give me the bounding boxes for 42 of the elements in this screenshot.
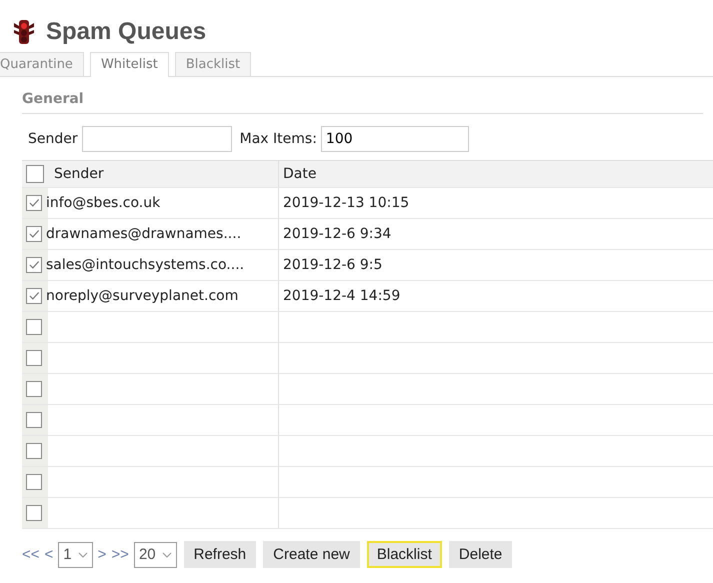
max-items-field[interactable]: 100 xyxy=(320,126,469,152)
page-size-select[interactable]: 20 xyxy=(134,542,177,568)
row-checkbox[interactable] xyxy=(26,443,42,459)
previous-page-link[interactable]: < xyxy=(44,546,54,563)
sender-field[interactable] xyxy=(82,126,232,152)
row-checkbox[interactable] xyxy=(26,288,42,304)
page-title: Spam Queues xyxy=(46,18,206,46)
row-checkbox[interactable] xyxy=(26,226,42,242)
table-cell: 2019-12-13 10:15 xyxy=(283,195,410,211)
caret-icon xyxy=(78,552,88,558)
select-all-checkbox[interactable] xyxy=(26,165,44,183)
section-heading: General xyxy=(22,91,703,114)
row-checkbox[interactable] xyxy=(26,257,42,273)
action-button[interactable]: Create new xyxy=(263,541,360,568)
row-checkbox[interactable] xyxy=(26,195,42,211)
row-checkbox[interactable] xyxy=(26,505,42,521)
sender-label: Sender xyxy=(28,131,78,147)
table-cell: 2019-12-6 9:5 xyxy=(283,257,382,273)
table-cell: 2019-12-4 14:59 xyxy=(283,288,400,304)
first-page-link[interactable]: << xyxy=(22,546,40,563)
action-button[interactable]: Refresh xyxy=(184,541,256,568)
caret-icon xyxy=(162,552,172,558)
table-cell: 2019-12-6 9:34 xyxy=(283,226,392,242)
action-button[interactable]: Delete xyxy=(448,541,512,568)
next-page-link[interactable]: > xyxy=(98,546,106,563)
row-checkbox[interactable] xyxy=(26,474,42,490)
table-cell: drawnames@drawnames.... xyxy=(46,226,242,242)
column-header: Date xyxy=(283,166,316,182)
column-header: Sender xyxy=(54,166,104,182)
page-select[interactable]: 1 xyxy=(58,542,93,568)
action-button[interactable]: Blacklist xyxy=(366,541,442,568)
table-cell: info@sbes.co.uk xyxy=(46,195,160,211)
row-checkbox[interactable] xyxy=(26,381,42,397)
row-checkbox[interactable] xyxy=(26,319,42,335)
row-checkbox[interactable] xyxy=(26,350,42,366)
last-page-link[interactable]: >> xyxy=(111,546,129,563)
traffic-light-icon xyxy=(12,18,36,46)
table-cell: noreply@surveyplanet.com xyxy=(46,288,238,304)
max-items-label: Max Items: xyxy=(240,131,317,147)
table-cell: sales@intouchsystems.co.... xyxy=(46,257,244,273)
row-checkbox[interactable] xyxy=(26,412,42,428)
tab[interactable]: Whitelist xyxy=(90,52,169,77)
